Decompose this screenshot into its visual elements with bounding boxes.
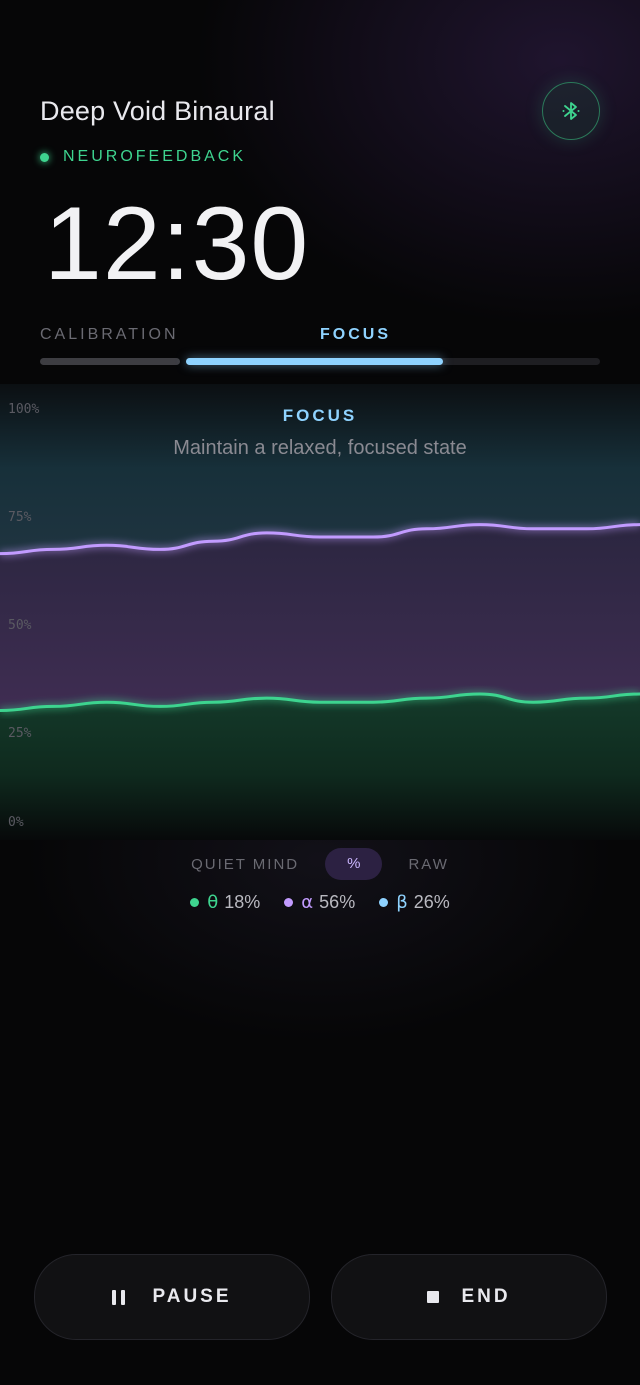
bluetooth-icon — [562, 102, 580, 120]
theta-dot-icon — [190, 898, 200, 907]
alpha-area — [0, 524, 640, 711]
view-toggle: QUIET MIND % RAW — [0, 848, 640, 880]
calibration-progress-bar — [40, 358, 180, 365]
theta-symbol: θ — [207, 892, 219, 913]
pause-label: PAUSE — [152, 1286, 232, 1307]
theta-area — [0, 694, 640, 840]
band-legend: θ 18% α 56% β 26% — [0, 892, 640, 913]
end-label: END — [461, 1286, 511, 1307]
end-button[interactable]: END — [331, 1254, 607, 1340]
chart-subtitle: Maintain a relaxed, focused state — [173, 437, 467, 459]
status-dot-icon — [40, 152, 49, 162]
stop-icon — [427, 1291, 440, 1303]
toggle-raw[interactable]: RAW — [394, 856, 462, 873]
band-theta: θ 18% — [190, 892, 260, 913]
y-tick-25: 25% — [8, 726, 32, 741]
beta-value: 26% — [413, 892, 450, 912]
alpha-symbol: α — [301, 892, 314, 913]
mode-label: NEUROFEEDBACK — [63, 148, 247, 165]
pause-icon — [112, 1289, 130, 1305]
beta-dot-icon — [379, 898, 389, 907]
beta-symbol: β — [396, 892, 408, 913]
mode-indicator: NEUROFEEDBACK — [40, 148, 246, 166]
band-beta: β 26% — [379, 892, 450, 913]
phase-calibration-label: CALIBRATION — [40, 326, 179, 343]
theta-value: 18% — [224, 892, 261, 912]
session-title: Deep Void Binaural — [40, 96, 275, 126]
y-tick-75: 75% — [8, 510, 32, 525]
session-header: Deep Void Binaural NEUROFEEDBACK 12:30 C… — [40, 0, 600, 380]
focus-progress-fill — [186, 358, 443, 365]
phase-focus-label: FOCUS — [320, 326, 391, 343]
alpha-value: 56% — [319, 892, 356, 912]
toggle-percent[interactable]: % — [325, 848, 383, 880]
toggle-quiet-mind[interactable]: QUIET MIND — [177, 856, 313, 873]
session-timer: 12:30 — [44, 186, 310, 302]
y-tick-0: 0% — [8, 815, 24, 830]
chart-heading: FOCUS — [282, 406, 358, 425]
alpha-dot-icon — [284, 898, 294, 907]
bluetooth-button[interactable] — [542, 82, 600, 140]
pause-button[interactable]: PAUSE — [34, 1254, 310, 1340]
y-tick-50: 50% — [8, 618, 32, 633]
band-alpha: α 56% — [284, 892, 355, 913]
